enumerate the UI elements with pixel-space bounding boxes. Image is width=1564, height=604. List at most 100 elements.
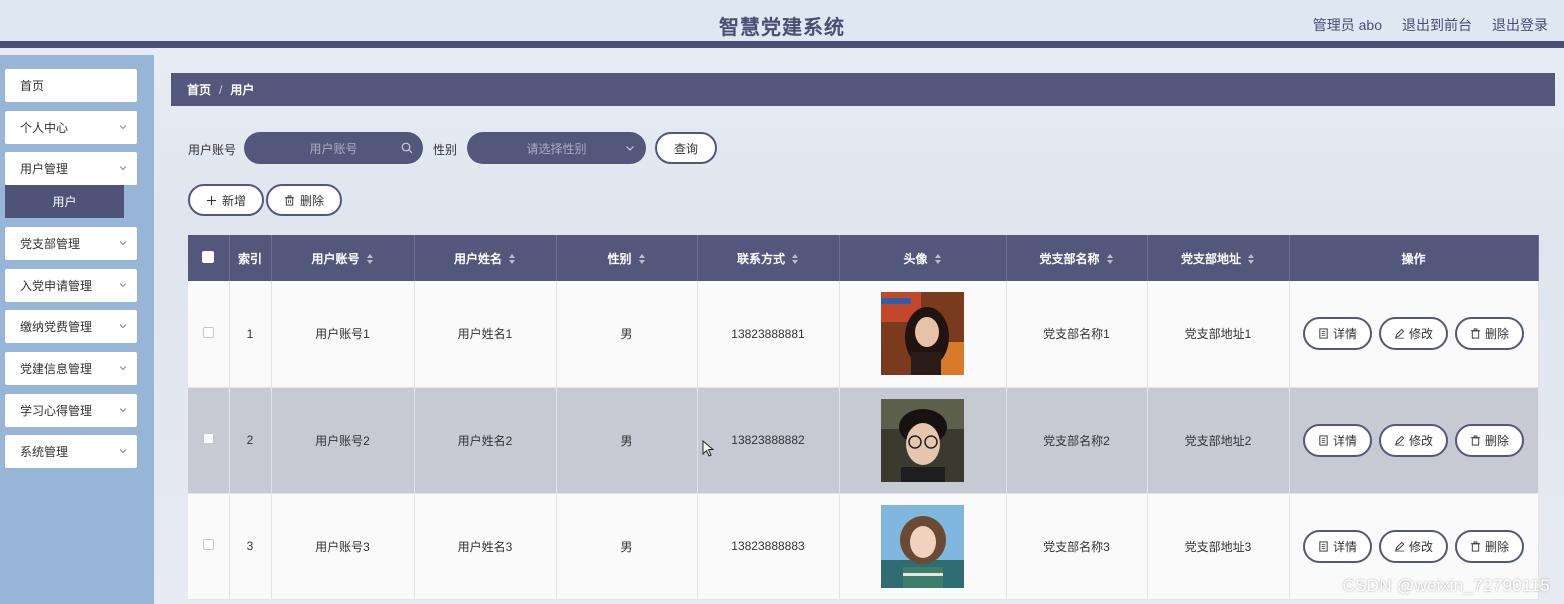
sidebar-subitem-user[interactable]: 用户 [5, 185, 124, 218]
column-header-label: 性别 [607, 251, 632, 266]
sort-icon[interactable] [638, 253, 646, 265]
search-icon [401, 142, 413, 154]
detail-button-label: 详情 [1332, 327, 1357, 342]
column-header-branch-name[interactable]: 党支部名称 [1006, 235, 1148, 281]
row-checkbox[interactable] [202, 433, 214, 444]
sort-icon[interactable] [791, 253, 799, 265]
sort-icon[interactable] [934, 253, 942, 265]
sidebar-item-study-notes-management[interactable]: 学习心得管理 [5, 394, 137, 427]
avatar-photo [881, 292, 964, 376]
edit-button[interactable]: 修改 [1379, 529, 1448, 563]
query-button-label: 查询 [673, 141, 698, 156]
user-table: 索引 用户账号 用户姓名 性别 联系方式 头像 党支部名称 党支部地址 操作 1… [188, 235, 1539, 600]
edit-button-label: 修改 [1408, 327, 1433, 342]
cell-actions: 详情 修改 删除 [1289, 387, 1539, 494]
sidebar-item-home[interactable]: 首页 [5, 69, 137, 102]
sidebar-subitem-label: 用户 [52, 195, 77, 209]
row-checkbox[interactable] [202, 326, 214, 338]
cell-name: 用户姓名3 [414, 493, 557, 600]
column-header-label: 党支部名称 [1039, 251, 1100, 266]
breadcrumb-current: 用户 [230, 83, 255, 97]
chevron-down-icon [119, 125, 127, 130]
edit-button-label: 修改 [1408, 433, 1433, 448]
account-search-input[interactable]: 用户账号 [244, 132, 423, 164]
cell-gender: 男 [556, 387, 698, 494]
avatar-photo [881, 504, 964, 588]
cell-index: 3 [229, 493, 272, 600]
cell-name: 用户姓名1 [414, 281, 557, 388]
sidebar-item-label: 用户管理 [20, 162, 69, 176]
edit-button[interactable]: 修改 [1379, 423, 1448, 457]
cell-avatar [839, 281, 1007, 388]
sidebar-item-label: 党建信息管理 [20, 362, 93, 376]
column-header-phone[interactable]: 联系方式 [697, 235, 840, 281]
detail-button-label: 详情 [1332, 433, 1357, 448]
sort-icon[interactable] [1106, 253, 1114, 265]
cell-name: 用户姓名2 [414, 387, 557, 494]
sidebar-item-info-management[interactable]: 党建信息管理 [5, 352, 137, 385]
cell-branch-address: 党支部地址3 [1147, 493, 1290, 600]
column-header-actions: 操作 [1289, 235, 1539, 281]
add-button[interactable]: 新增 [188, 184, 264, 216]
sort-icon[interactable] [508, 253, 516, 265]
detail-button[interactable]: 详情 [1303, 317, 1372, 351]
sort-icon[interactable] [366, 253, 374, 265]
column-header-label: 头像 [903, 251, 928, 266]
gender-search-label: 性别 [433, 143, 458, 157]
cell-branch-address: 党支部地址2 [1147, 387, 1290, 494]
sidebar-item-application-management[interactable]: 入党申请管理 [5, 269, 137, 302]
sidebar-item-user-management[interactable]: 用户管理 [5, 152, 137, 185]
batch-delete-button-label: 删除 [299, 193, 324, 208]
column-header-avatar[interactable]: 头像 [839, 235, 1007, 281]
back-to-front-link[interactable]: 退出到前台 [1402, 15, 1472, 35]
trash-icon [1470, 434, 1481, 446]
sidebar-item-branch-management[interactable]: 党支部管理 [5, 227, 137, 260]
logout-link[interactable]: 退出登录 [1492, 15, 1548, 35]
sidebar-item-label: 缴纳党费管理 [20, 320, 93, 334]
chevron-down-icon [119, 283, 127, 288]
delete-button[interactable]: 删除 [1455, 423, 1524, 457]
gender-select-placeholder: 请选择性别 [526, 141, 587, 156]
delete-button[interactable]: 删除 [1455, 529, 1524, 563]
cell-index: 1 [229, 281, 272, 388]
delete-button-label: 删除 [1484, 539, 1509, 554]
delete-button[interactable]: 删除 [1455, 317, 1524, 351]
select-all-checkbox[interactable] [202, 250, 215, 263]
cell-actions: 详情 修改 删除 [1289, 281, 1539, 388]
trash-icon [1470, 540, 1481, 552]
cell-account: 用户账号3 [271, 493, 415, 600]
sidebar-item-system-management[interactable]: 系统管理 [5, 435, 137, 468]
breadcrumb: 首页 / 用户 [171, 73, 1555, 106]
cell-index: 2 [229, 387, 272, 494]
detail-button-label: 详情 [1332, 539, 1357, 554]
cell-gender: 男 [556, 493, 698, 600]
column-header-name[interactable]: 用户姓名 [414, 235, 557, 281]
admin-user-label: 管理员 abo [1312, 17, 1382, 33]
detail-button[interactable]: 详情 [1303, 423, 1372, 457]
detail-button[interactable]: 详情 [1303, 529, 1372, 563]
breadcrumb-home[interactable]: 首页 [187, 81, 211, 98]
sidebar-item-label: 党支部管理 [20, 237, 81, 251]
cell-phone: 13823888882 [697, 387, 840, 494]
chevron-down-icon [119, 408, 127, 413]
gender-select[interactable]: 请选择性别 [467, 132, 646, 164]
query-button[interactable]: 查询 [655, 132, 717, 164]
cell-gender: 男 [556, 281, 698, 388]
pencil-icon [1394, 435, 1405, 445]
batch-delete-button[interactable]: 删除 [266, 184, 342, 216]
sidebar-item-personal-center[interactable]: 个人中心 [5, 111, 137, 144]
row-actions: 详情 修改 删除 [1290, 317, 1538, 351]
cell-account: 用户账号1 [271, 281, 415, 388]
column-header-gender[interactable]: 性别 [556, 235, 698, 281]
sort-icon[interactable] [1247, 253, 1255, 265]
chevron-down-icon [119, 449, 127, 454]
row-checkbox[interactable] [202, 539, 214, 550]
select-all-header [188, 235, 230, 281]
sidebar-item-dues-management[interactable]: 缴纳党费管理 [5, 310, 137, 343]
watermark: CSDN @weixin_72790115 [1342, 576, 1550, 595]
column-header-account[interactable]: 用户账号 [271, 235, 415, 281]
edit-button[interactable]: 修改 [1379, 317, 1448, 351]
column-header-branch-address[interactable]: 党支部地址 [1147, 235, 1290, 281]
document-icon [1319, 328, 1328, 339]
row-actions: 详情 修改 删除 [1290, 423, 1538, 457]
